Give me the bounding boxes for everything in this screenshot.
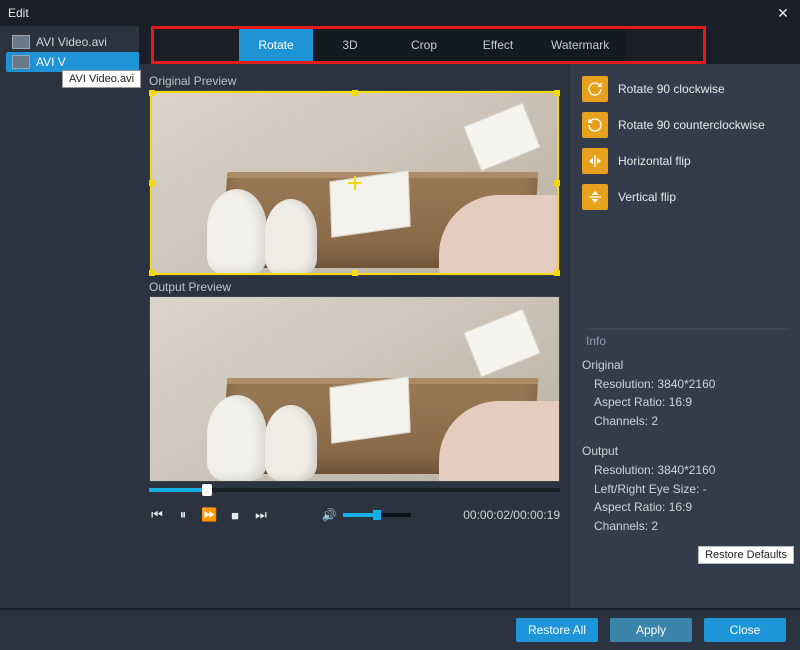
- sidebar-item[interactable]: AVI Video.avi: [6, 32, 139, 52]
- next-icon[interactable]: ⏭: [253, 507, 269, 523]
- crop-handle[interactable]: [554, 90, 560, 96]
- restore-all-button[interactable]: Restore All: [516, 618, 598, 642]
- tab-3d[interactable]: 3D: [313, 26, 387, 64]
- flip-v-icon: [582, 184, 608, 210]
- tab-watermark[interactable]: Watermark: [535, 26, 625, 64]
- info-block: Original Resolution: 3840*2160 Aspect Ra…: [582, 354, 790, 535]
- file-thumb-icon: [12, 55, 30, 69]
- info-header: Info: [586, 328, 790, 348]
- sidebar-item-label: AVI V: [36, 55, 66, 69]
- pause-icon[interactable]: ⏸: [175, 507, 191, 523]
- flip-h-icon: [582, 148, 608, 174]
- titlebar: Edit ✕: [0, 0, 800, 26]
- footer: Restore All Apply Close: [0, 608, 800, 650]
- option-label: Vertical flip: [618, 190, 676, 204]
- playback-time: 00:00:02/00:00:19: [463, 508, 560, 522]
- apply-button[interactable]: Apply: [610, 618, 692, 642]
- playback-controls: ⏮ ⏸ ⏩ ■ ⏭ 🔊 00:00:02/00:00:19: [149, 500, 560, 530]
- info-output-heading: Output: [582, 442, 790, 461]
- crop-box[interactable]: [150, 91, 559, 275]
- stop-icon[interactable]: ■: [227, 508, 243, 523]
- crop-handle[interactable]: [352, 90, 358, 96]
- rotate-cw-button[interactable]: Rotate 90 clockwise: [582, 74, 790, 104]
- option-label: Horizontal flip: [618, 154, 691, 168]
- tab-bar: Rotate 3D Crop Effect Watermark: [139, 26, 800, 64]
- crop-handle[interactable]: [149, 180, 155, 186]
- rotate-cw-icon: [582, 76, 608, 102]
- info-original-heading: Original: [582, 356, 790, 375]
- crop-handle[interactable]: [554, 180, 560, 186]
- crop-handle[interactable]: [149, 90, 155, 96]
- file-thumb-icon: [12, 35, 30, 49]
- prev-icon[interactable]: ⏮: [149, 507, 165, 523]
- option-label: Rotate 90 counterclockwise: [618, 118, 765, 132]
- tab-crop[interactable]: Crop: [387, 26, 461, 64]
- restore-defaults-button[interactable]: Restore Defaults: [698, 546, 794, 564]
- output-preview-label: Output Preview: [149, 280, 560, 294]
- options-panel: Rotate 90 clockwise Rotate 90 counterclo…: [570, 64, 800, 608]
- original-preview-label: Original Preview: [149, 74, 560, 88]
- tab-rotate[interactable]: Rotate: [239, 26, 313, 64]
- volume-control[interactable]: 🔊: [322, 508, 411, 522]
- fastforward-icon[interactable]: ⏩: [201, 507, 217, 523]
- crop-handle[interactable]: [352, 270, 358, 276]
- option-label: Rotate 90 clockwise: [618, 82, 725, 96]
- playback-slider[interactable]: [149, 488, 560, 492]
- crop-crosshair-icon: [348, 176, 362, 190]
- tab-effect[interactable]: Effect: [461, 26, 535, 64]
- rotate-ccw-icon: [582, 112, 608, 138]
- crop-handle[interactable]: [149, 270, 155, 276]
- flip-vertical-button[interactable]: Vertical flip: [582, 182, 790, 212]
- output-preview: [149, 296, 560, 482]
- window-title: Edit: [8, 6, 774, 20]
- file-sidebar: AVI Video.avi AVI V AVI Video.avi: [0, 26, 139, 608]
- original-preview[interactable]: [149, 90, 560, 276]
- volume-icon[interactable]: 🔊: [322, 508, 337, 522]
- rotate-ccw-button[interactable]: Rotate 90 counterclockwise: [582, 110, 790, 140]
- close-button[interactable]: Close: [704, 618, 786, 642]
- tooltip: AVI Video.avi: [62, 70, 141, 88]
- volume-slider[interactable]: [343, 513, 411, 517]
- crop-handle[interactable]: [554, 270, 560, 276]
- close-icon[interactable]: ✕: [774, 5, 792, 22]
- sidebar-item-label: AVI Video.avi: [36, 35, 107, 49]
- sidebar-item[interactable]: AVI V AVI Video.avi: [6, 52, 139, 72]
- flip-horizontal-button[interactable]: Horizontal flip: [582, 146, 790, 176]
